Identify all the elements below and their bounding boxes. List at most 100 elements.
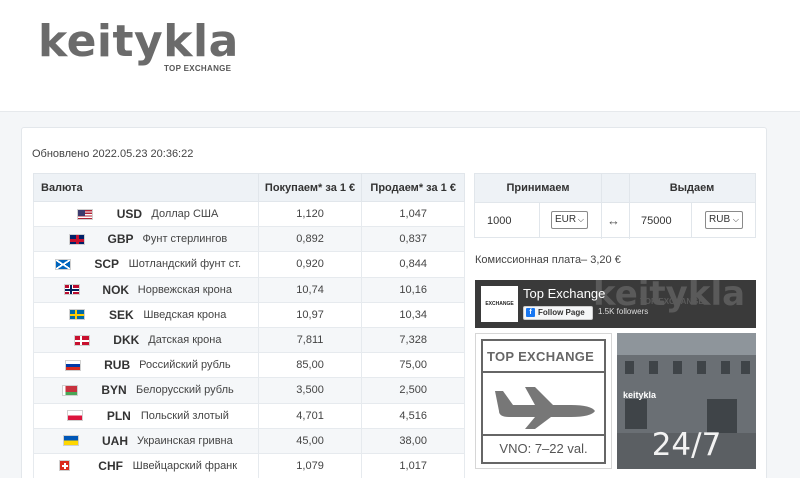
chevron-down-icon: ⌵ [577, 215, 584, 224]
fb-page-title[interactable]: Top Exchange [523, 286, 605, 301]
sell-rate: 1,017 [361, 452, 465, 478]
from-amount-input[interactable]: 1000 [475, 209, 539, 233]
converter-row: 1000 EUR ⌵ ↔ 75000 RUB ⌵ [475, 202, 755, 238]
currency-converter: Принимаем Выдаем 1000 EUR ⌵ ↔ 75000 RUB ⌵ [474, 173, 756, 239]
conv-divider [539, 203, 540, 238]
to-amount-input[interactable]: 75000 [629, 209, 691, 233]
fb-avatar-text: EXCHANGE [485, 301, 514, 307]
currency-name: Швейцарский франк [132, 459, 238, 472]
currency-code: DKK [113, 333, 140, 348]
building-window [673, 361, 682, 374]
updated-timestamp: Обновлено 2022.05.23 20:36:22 [32, 148, 194, 160]
buy-rate: 45,00 [257, 427, 363, 454]
building-window [625, 361, 634, 374]
sell-rate: 10,34 [361, 301, 465, 328]
site-logo[interactable]: keitykla TOP EXCHANGE [38, 14, 239, 73]
rate-row-gbp: GBP Фунт стерлингов 0,892 0,837 [33, 226, 465, 253]
rate-row-chf: CHF Швейцарский франк 1,079 1,017 [33, 452, 465, 478]
currency-name: Фунт стерлингов [142, 233, 228, 246]
ch-flag-icon [58, 460, 70, 472]
sell-rate: 10,16 [361, 276, 465, 303]
rate-row-rub: RUB Российский рубль 85,00 75,00 [33, 352, 465, 379]
currency-code: CHF [98, 458, 123, 473]
airport-banner[interactable]: TOP EXCHANGE VNO: 7–22 val. [475, 333, 612, 469]
logo-wordmark: keitykla [38, 16, 239, 67]
currency-code: UAH [101, 433, 128, 448]
buy-rate: 7,811 [257, 326, 363, 354]
open-24-7-label: 24/7 [651, 427, 722, 463]
rate-row-pln: PLN Польский злотый 4,701 4,516 [33, 402, 465, 429]
to-currency-value: RUB [709, 214, 731, 225]
sell-rate: 38,00 [361, 427, 465, 454]
building-window [697, 361, 706, 374]
sell-rate: 2,500 [361, 377, 465, 404]
from-currency-select[interactable]: EUR ⌵ [551, 211, 588, 229]
to-currency-select[interactable]: RUB ⌵ [705, 211, 743, 229]
chevron-down-icon: ⌵ [732, 215, 739, 224]
buy-rate: 0,920 [257, 251, 363, 278]
no-flag-icon [63, 284, 80, 296]
storefront-banner[interactable]: keitykla 24/7 [617, 333, 756, 469]
currency-name: Шведская крона [143, 308, 227, 321]
col-currency-header: Валюта [33, 173, 259, 202]
airport-banner-frame: TOP EXCHANGE VNO: 7–22 val. [481, 339, 606, 464]
buy-rate: 10,74 [257, 276, 363, 303]
sell-rate: 75,00 [361, 352, 465, 379]
buy-rate: 1,079 [257, 452, 363, 478]
airport-hours: VNO: 7–22 val. [499, 441, 588, 456]
airplane-icon [495, 387, 595, 429]
follow-page-button[interactable]: f Follow Page [523, 306, 593, 320]
currency-name: Украинская гривна [136, 434, 233, 447]
banner-divider [483, 371, 604, 373]
sell-rate: 0,844 [361, 251, 465, 278]
rate-row-sek: SEK Шведская крона 10,97 10,34 [33, 301, 465, 328]
rate-row-scp: SCP Шотландский фунт ст. 0,920 0,844 [33, 251, 465, 278]
conv-divider [691, 203, 692, 238]
logo-subtitle: TOP EXCHANGE [164, 64, 232, 73]
col-sell-header: Продаем* за 1 € [361, 173, 465, 202]
currency-code: GBP [107, 232, 134, 247]
rate-row-nok: NOK Норвежская крона 10,74 10,16 [33, 276, 465, 303]
pl-flag-icon [66, 410, 83, 422]
buy-rate: 4,701 [257, 402, 363, 429]
fb-page-avatar[interactable]: EXCHANGE [481, 286, 518, 322]
from-currency-value: EUR [555, 214, 577, 225]
currency-name: Норвежская крона [137, 283, 232, 296]
currency-code: PLN [106, 408, 131, 423]
building-window [625, 399, 647, 429]
buy-rate: 3,500 [257, 377, 363, 404]
banner-divider [483, 434, 604, 436]
dk-flag-icon [74, 334, 91, 346]
buy-rate: 0,892 [257, 226, 363, 253]
buy-rate: 10,97 [257, 301, 363, 328]
currency-code: USD [116, 207, 143, 222]
currency-name: Шотландский фунт ст. [128, 258, 242, 271]
facebook-page-widget[interactable]: keitykla TOP EXCHANGE EXCHANGE Top Excha… [475, 280, 756, 328]
accept-header: Принимаем [475, 174, 601, 202]
rate-row-uah: UAH Украинская гривна 45,00 38,00 [33, 427, 465, 454]
buy-rate: 1,120 [257, 200, 363, 228]
site-header: keitykla TOP EXCHANGE [0, 0, 800, 112]
rate-row-usd: USD Доллар США 1,120 1,047 [33, 200, 465, 228]
rates-table: Валюта Покупаем* за 1 € Продаем* за 1 € … [33, 173, 465, 478]
currency-name: Датская крона [148, 334, 222, 347]
by-flag-icon [62, 384, 78, 396]
currency-code: RUB [104, 358, 131, 373]
fb-followers-count: 1.5K followers [598, 307, 649, 316]
currency-name: Российский рубль [139, 359, 231, 372]
gb-flag-icon [68, 233, 85, 245]
sell-rate: 1,047 [361, 200, 465, 228]
currency-name: Доллар США [151, 208, 219, 221]
swap-arrows-icon[interactable]: ↔ [607, 213, 620, 228]
sell-rate: 7,328 [361, 326, 465, 354]
rate-row-byn: BYN Белорусский рубль 3,500 2,500 [33, 377, 465, 404]
fb-cover-subtitle: TOP EXCHANGE [640, 297, 704, 306]
storefront-sign: keitykla [623, 390, 657, 400]
scotland-flag-icon [54, 258, 71, 270]
ru-flag-icon [65, 359, 82, 371]
rate-row-dkk: DKK Датская крона 7,811 7,328 [33, 326, 465, 354]
facebook-icon: f [526, 308, 535, 317]
se-flag-icon [69, 309, 86, 321]
currency-code: BYN [101, 383, 127, 398]
rates-header-row: Валюта Покупаем* за 1 € Продаем* за 1 € [33, 173, 465, 202]
